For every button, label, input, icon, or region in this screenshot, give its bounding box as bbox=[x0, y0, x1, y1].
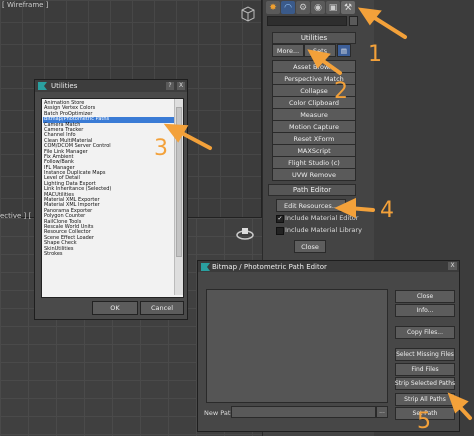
select-missing-files-button[interactable]: Select Missing Files bbox=[395, 348, 455, 361]
utilities-dialog-title: Utilities bbox=[51, 82, 78, 90]
include-material-library-checkbox[interactable] bbox=[276, 227, 284, 235]
close-button[interactable]: Close bbox=[395, 290, 455, 303]
hierarchy-tab-icon[interactable]: ⚙ bbox=[296, 1, 310, 14]
callout-number-3: 3 bbox=[154, 136, 168, 161]
callout-number-2: 2 bbox=[334, 79, 348, 104]
paths-list[interactable] bbox=[206, 289, 388, 403]
utility-button-label: Measure bbox=[300, 110, 328, 119]
utilities-list[interactable]: Animation Store Assign Vertex Colors Batch… bbox=[41, 98, 184, 298]
utility-button-label: MAXScript bbox=[297, 146, 331, 155]
motion-tab-icon[interactable]: ◉ bbox=[311, 1, 325, 14]
strip-all-paths-button[interactable]: Strip All Paths bbox=[395, 393, 455, 406]
close-button[interactable]: X bbox=[177, 82, 185, 90]
cancel-button[interactable]: Cancel bbox=[140, 301, 184, 315]
utility-button-label: Motion Capture bbox=[289, 122, 339, 131]
callout-number-4: 4 bbox=[380, 198, 394, 223]
edit-resources-button[interactable]: Edit Resources... bbox=[276, 199, 346, 212]
app-icon bbox=[38, 82, 47, 90]
info-button[interactable]: Info... bbox=[395, 304, 455, 317]
utility-button-label: Reset XForm bbox=[293, 134, 335, 143]
path-editor-dialog-titlebar[interactable]: Bitmap / Photometric Path Editor X bbox=[198, 261, 459, 272]
copy-files-button[interactable]: Copy Files... bbox=[395, 326, 455, 339]
utilities-tab-icon[interactable]: ⚒ bbox=[341, 1, 355, 14]
browse-button[interactable]: ... bbox=[376, 406, 388, 418]
utilities-list-scrollbar[interactable] bbox=[174, 99, 183, 295]
utilities-dialog: Utilities ? X Animation Store Assign Vert… bbox=[34, 79, 188, 320]
ok-button-label: OK bbox=[110, 304, 120, 312]
new-path-input[interactable] bbox=[231, 406, 376, 418]
utilities-list-items: Animation Store Assign Vertex Colors Batch… bbox=[43, 100, 174, 257]
sets-button-label: Sets bbox=[312, 46, 328, 55]
utility-button[interactable]: UVW Remove bbox=[272, 168, 356, 181]
strip-selected-paths-label: Strip Selected Paths bbox=[394, 380, 456, 387]
modify-tab-icon[interactable]: ◠ bbox=[281, 1, 295, 14]
find-files-button[interactable]: Find Files bbox=[395, 363, 455, 376]
path-editor-dialog-title: Bitmap / Photometric Path Editor bbox=[212, 262, 327, 271]
configure-sets-icon[interactable]: ▤ bbox=[337, 44, 351, 57]
utility-button-label: UVW Remove bbox=[291, 170, 337, 179]
utility-button-label: Asset Brow... bbox=[293, 62, 335, 71]
path-editor-rollout-title-text: Path Editor bbox=[292, 186, 332, 194]
utilities-dialog-titlebar[interactable]: Utilities ? X bbox=[35, 80, 187, 92]
include-material-editor-checkbox[interactable]: ✓ bbox=[276, 215, 284, 223]
info-button-label: Info... bbox=[416, 307, 434, 314]
path-editor-close-label: Close bbox=[301, 242, 319, 251]
path-editor-dialog: Bitmap / Photometric Path Editor X New P… bbox=[197, 260, 460, 432]
strip-all-paths-label: Strip All Paths bbox=[404, 396, 446, 403]
scrollbar-thumb[interactable] bbox=[176, 107, 182, 257]
callout-number-5: 5 bbox=[417, 409, 431, 434]
path-editor-close-button[interactable]: Close bbox=[294, 240, 326, 253]
cancel-button-label: Cancel bbox=[150, 304, 174, 312]
utilities-rollout-title-text: Utilities bbox=[300, 34, 328, 42]
utility-button-label: Color Clipboard bbox=[288, 98, 340, 107]
sets-button[interactable]: Sets bbox=[304, 44, 336, 57]
help-button[interactable]: ? bbox=[166, 82, 174, 90]
close-button[interactable]: X bbox=[448, 262, 457, 270]
command-panel-search[interactable] bbox=[267, 16, 347, 26]
app-icon bbox=[201, 263, 210, 271]
callout-number-1: 1 bbox=[368, 42, 382, 67]
find-files-label: Find Files bbox=[411, 366, 439, 373]
display-tab-icon[interactable]: ▣ bbox=[326, 1, 340, 14]
create-tab-icon[interactable]: ✸ bbox=[266, 1, 280, 14]
strip-selected-paths-button[interactable]: Strip Selected Paths bbox=[395, 377, 455, 390]
utilities-rollout-title[interactable]: Utilities bbox=[272, 32, 356, 44]
viewcube-icon[interactable] bbox=[236, 226, 254, 240]
utility-button-label: Collapse bbox=[300, 86, 328, 95]
viewport-label[interactable]: [ Wireframe ] bbox=[2, 1, 48, 9]
viewcube-icon[interactable] bbox=[240, 6, 256, 22]
ok-button[interactable]: OK bbox=[92, 301, 138, 315]
more-button[interactable]: More... bbox=[272, 44, 304, 57]
more-button-label: More... bbox=[276, 46, 300, 55]
include-material-editor-label: Include Material Editor bbox=[285, 214, 359, 222]
command-panel-search-button[interactable] bbox=[349, 16, 358, 26]
utility-list-item[interactable]: Strokes bbox=[43, 251, 174, 257]
utility-button-label: Flight Studio (c) bbox=[288, 158, 340, 167]
include-material-library-label: Include Material Library bbox=[285, 226, 362, 234]
select-missing-files-label: Select Missing Files bbox=[396, 351, 454, 358]
edit-resources-label: Edit Resources... bbox=[283, 201, 339, 210]
close-button-label: Close bbox=[416, 293, 434, 300]
path-editor-rollout-title[interactable]: Path Editor bbox=[268, 184, 356, 196]
copy-files-button-label: Copy Files... bbox=[406, 329, 443, 336]
